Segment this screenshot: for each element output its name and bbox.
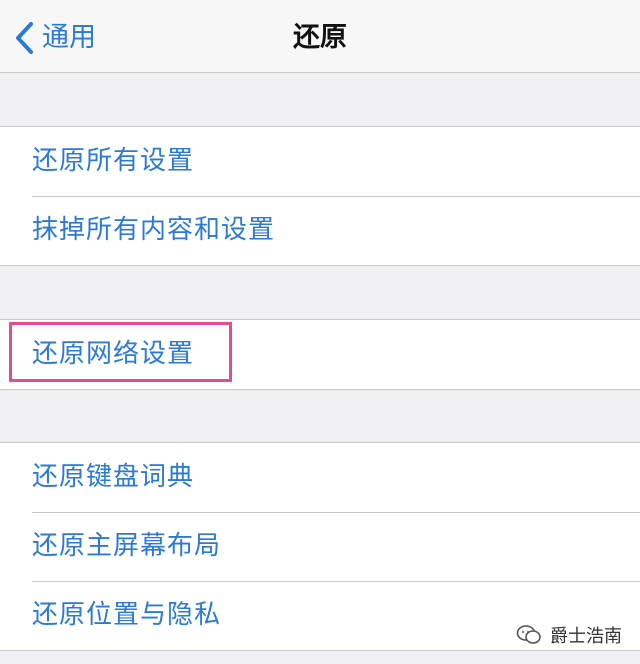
navigation-bar: 通用 还原 <box>0 0 640 73</box>
page-title: 还原 <box>293 22 347 53</box>
erase-all-content-cell[interactable]: 抹掉所有内容和设置 <box>0 196 640 265</box>
settings-group-1: 还原所有设置 抹掉所有内容和设置 <box>0 126 640 266</box>
reset-home-screen-layout-cell[interactable]: 还原主屏幕布局 <box>0 512 640 581</box>
reset-network-settings-label: 还原网络设置 <box>32 339 195 369</box>
watermark: 爵士浩南 <box>516 622 622 648</box>
reset-all-settings-cell[interactable]: 还原所有设置 <box>0 127 640 196</box>
reset-keyboard-dictionary-label: 还原键盘词典 <box>32 462 195 492</box>
settings-group-2: 还原网络设置 <box>0 319 640 390</box>
settings-group-3: 还原键盘词典 还原主屏幕布局 还原位置与隐私 <box>0 442 640 651</box>
reset-location-privacy-label: 还原位置与隐私 <box>32 600 222 630</box>
reset-keyboard-dictionary-cell[interactable]: 还原键盘词典 <box>0 443 640 512</box>
chat-bubble-icon <box>516 625 541 644</box>
reset-all-settings-label: 还原所有设置 <box>32 146 195 176</box>
reset-network-settings-cell[interactable]: 还原网络设置 <box>0 320 640 389</box>
reset-home-screen-layout-label: 还原主屏幕布局 <box>32 531 222 561</box>
erase-all-content-label: 抹掉所有内容和设置 <box>32 215 276 245</box>
watermark-text: 爵士浩南 <box>550 626 622 647</box>
